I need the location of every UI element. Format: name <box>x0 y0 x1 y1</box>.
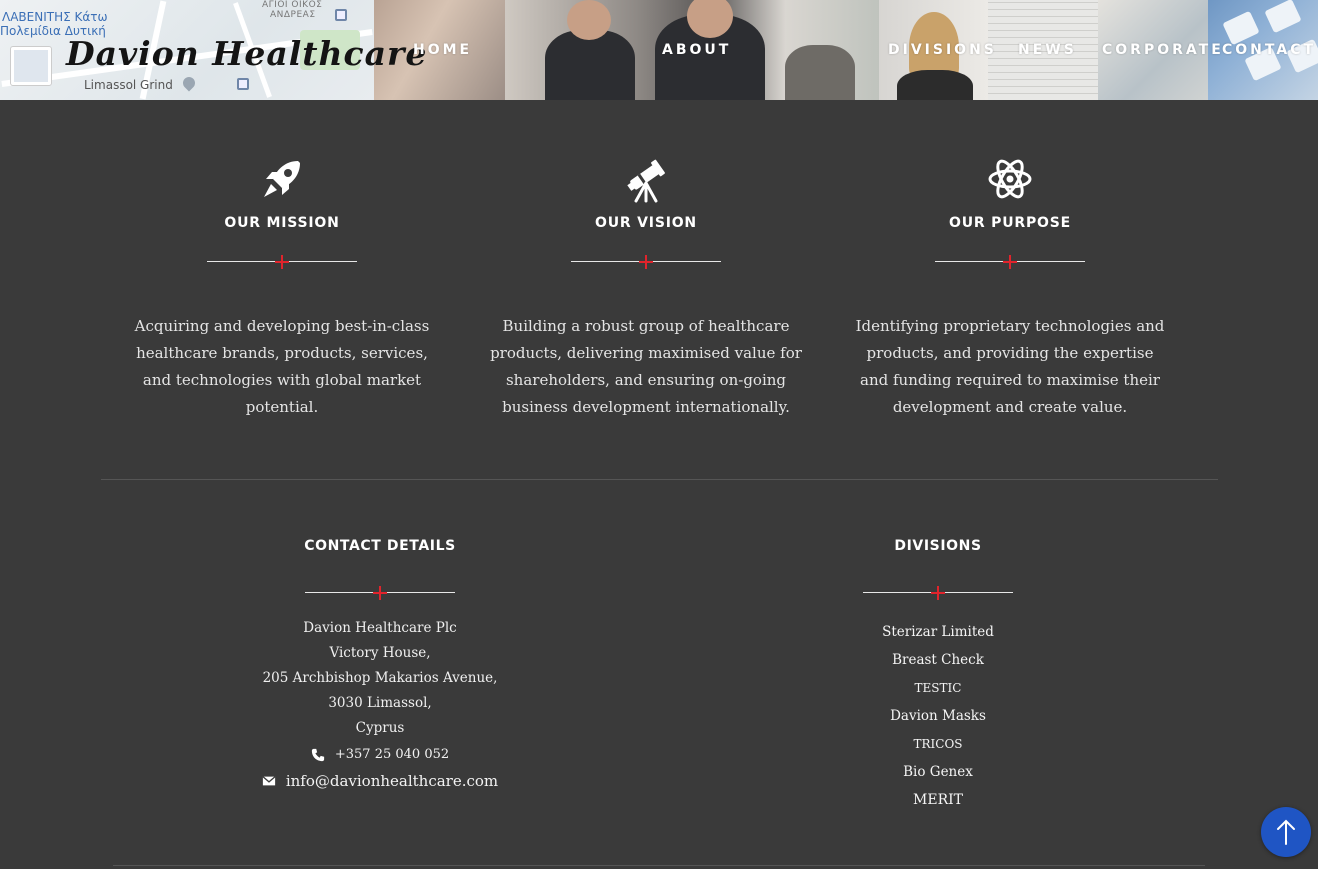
site-header: ΛΑΒΕΝΙΤΗΣ Κάτω Πολεμίδια Δυτική ΑΓΙΟΙ ΟΙ… <box>0 0 1318 100</box>
division-link-testic[interactable]: TESTIC <box>788 674 1088 702</box>
section-divider <box>863 586 1013 600</box>
mission-text: Acquiring and developing best-in-class h… <box>134 317 430 416</box>
address-line: Victory House, <box>329 645 431 661</box>
address-line: Cyprus <box>355 720 405 736</box>
phone-link[interactable]: +357 25 040 052 <box>230 747 530 762</box>
section-divider <box>305 586 455 600</box>
nav-contact[interactable]: CONTACT <box>1222 42 1316 58</box>
map-label: Limassol Grind <box>84 78 173 92</box>
footer-separator <box>113 865 1205 866</box>
map-label: ΑΝΔΡΕΑΣ <box>270 10 316 20</box>
map-thumbnail[interactable] <box>10 46 52 86</box>
nav-news[interactable]: NEWS <box>1018 42 1077 58</box>
purpose-column: OUR PURPOSE Identifying proprietary tech… <box>840 155 1180 421</box>
vision-column: OUR VISION Building a robust group of he… <box>476 155 816 421</box>
purpose-title: OUR PURPOSE <box>949 215 1071 231</box>
contact-title: CONTACT DETAILS <box>304 538 456 554</box>
telescope-icon <box>627 159 665 203</box>
divisions-list: Sterizar Limited Breast Check TESTIC Dav… <box>788 618 1088 814</box>
purpose-text: Identifying proprietary technologies and… <box>855 317 1165 416</box>
phone-number[interactable]: +357 25 040 052 <box>335 747 449 762</box>
division-link-bio-genex[interactable]: Bio Genex <box>788 758 1088 786</box>
bus-stop-icon <box>237 78 249 90</box>
address-line: 205 Archbishop Makarios Avenue, <box>262 670 498 686</box>
division-link-tricos[interactable]: TRICOS <box>788 730 1088 758</box>
scroll-to-top-button[interactable] <box>1261 807 1311 857</box>
section-divider <box>571 255 721 269</box>
cross-icon <box>1003 255 1017 269</box>
cross-icon <box>639 255 653 269</box>
map-pin-icon <box>180 74 198 92</box>
address-line: 3030 Limassol, <box>328 695 432 711</box>
section-separator <box>101 479 1218 480</box>
nav-home[interactable]: HOME <box>413 42 472 58</box>
mission-column: OUR MISSION Acquiring and developing bes… <box>112 155 452 421</box>
cross-icon <box>275 255 289 269</box>
address-line: Davion Healthcare Plc <box>303 620 457 636</box>
atom-icon <box>988 159 1032 199</box>
email-address[interactable]: info@davionhealthcare.com <box>286 772 498 790</box>
site-logo[interactable]: Davion Healthcare <box>66 34 427 73</box>
email-link[interactable]: info@davionhealthcare.com <box>230 772 530 790</box>
section-divider <box>207 255 357 269</box>
mission-title: OUR MISSION <box>224 215 340 231</box>
mail-icon <box>262 776 276 786</box>
divisions-title: DIVISIONS <box>894 538 982 554</box>
nav-divisions[interactable]: DIVISIONS <box>888 42 997 58</box>
cross-icon <box>931 586 945 600</box>
nav-corporate[interactable]: CORPORATE <box>1102 42 1224 58</box>
arrow-up-icon <box>1277 819 1295 845</box>
division-link-davion-masks[interactable]: Davion Masks <box>788 702 1088 730</box>
cross-icon <box>373 586 387 600</box>
nav-about[interactable]: ABOUT <box>662 42 731 58</box>
division-link-sterizar[interactable]: Sterizar Limited <box>788 618 1088 646</box>
address: Davion Healthcare Plc Victory House, 205… <box>230 616 530 741</box>
bus-stop-icon <box>335 9 347 21</box>
divisions-footer: DIVISIONS Sterizar Limited Breast Check … <box>788 538 1088 814</box>
vision-title: OUR VISION <box>595 215 697 231</box>
vision-text: Building a robust group of healthcare pr… <box>490 317 802 416</box>
rocket-icon <box>264 161 300 197</box>
phone-icon <box>311 748 324 761</box>
map-label: ΛΑΒΕΝΙΤΗΣ Κάτω <box>2 10 108 24</box>
division-link-merit[interactable]: MERIT <box>788 786 1088 814</box>
contact-details: CONTACT DETAILS Davion Healthcare Plc Vi… <box>230 538 530 790</box>
section-divider <box>935 255 1085 269</box>
division-link-breast-check[interactable]: Breast Check <box>788 646 1088 674</box>
